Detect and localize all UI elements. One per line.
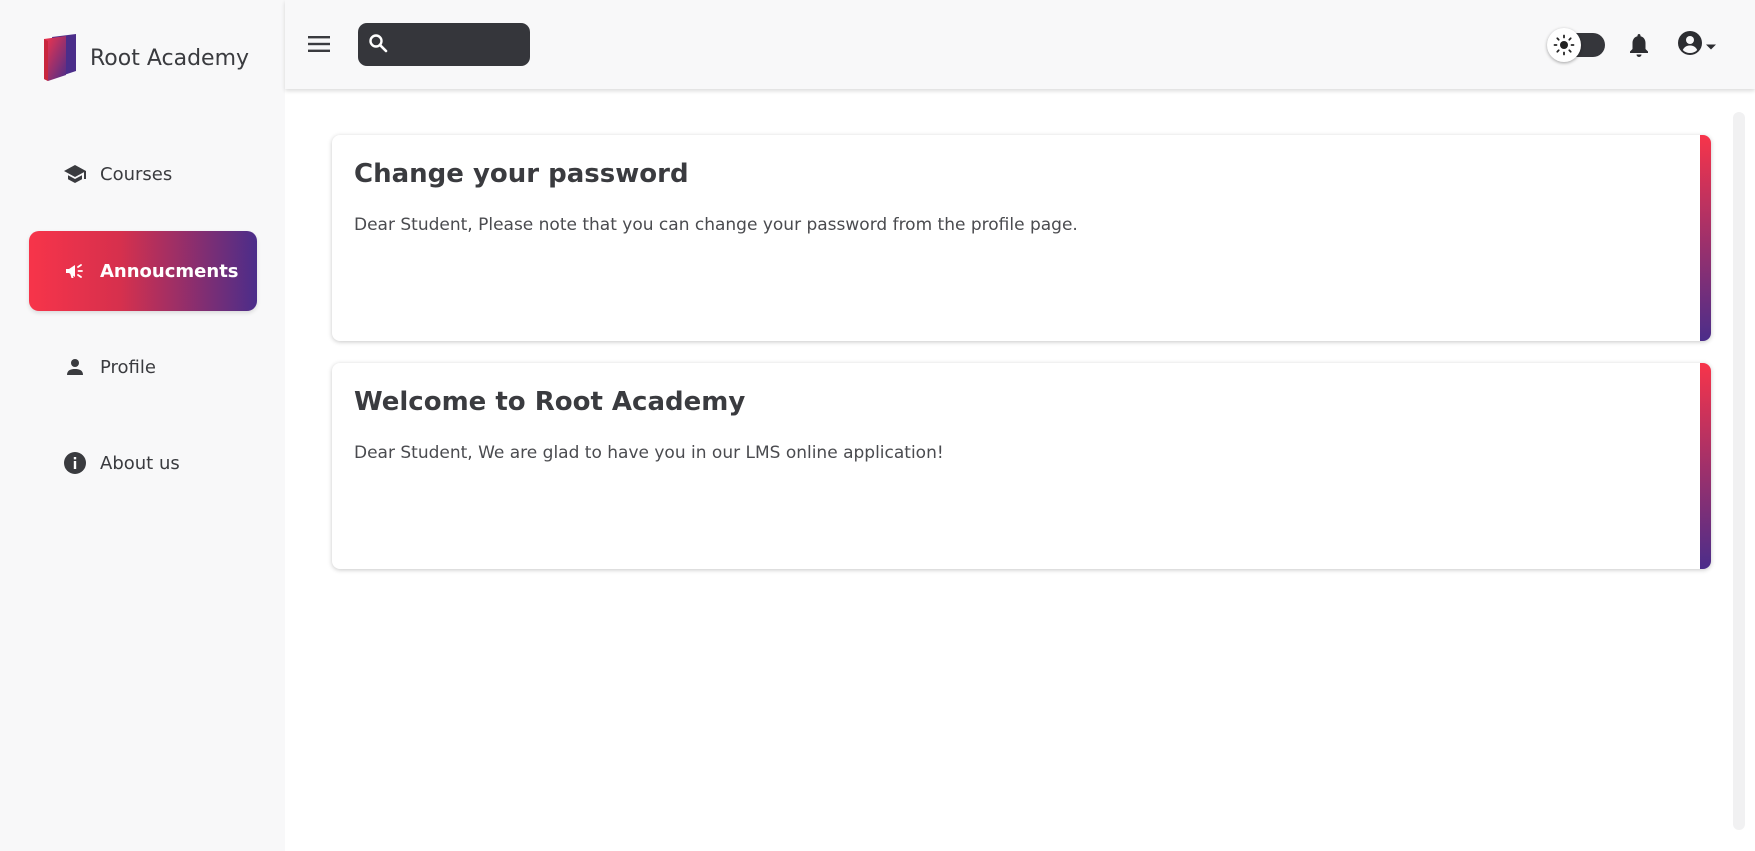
account-menu[interactable] [1677, 30, 1727, 60]
sidebar: Root Academy Courses Annoucments Profile [0, 0, 285, 851]
brand[interactable]: Root Academy [42, 33, 249, 83]
announcement-body: Dear Student, Please note that you can c… [354, 215, 1078, 235]
account-circle-icon [1677, 30, 1703, 60]
search-input[interactable] [394, 35, 514, 54]
sidebar-item-label: Annoucments [100, 260, 239, 282]
sidebar-item-label: Profile [100, 356, 156, 378]
sidebar-item-label: About us [100, 452, 180, 474]
info-icon [63, 451, 87, 475]
caret-down-icon [1705, 36, 1717, 55]
sidebar-item-announcements[interactable]: Annoucments [29, 231, 257, 311]
sidebar-item-about-us[interactable]: About us [29, 423, 257, 503]
announcement-card: Change your password Dear Student, Pleas… [332, 135, 1711, 341]
bell-icon[interactable] [1627, 32, 1653, 58]
search-box[interactable] [358, 23, 530, 66]
graduation-cap-icon [63, 162, 87, 186]
hamburger-menu-icon[interactable] [305, 30, 333, 58]
announcement-title: Change your password [354, 159, 689, 189]
person-icon [63, 355, 87, 379]
topbar [285, 0, 1755, 89]
sidebar-item-label: Courses [100, 163, 173, 185]
sidebar-item-profile[interactable]: Profile [29, 327, 257, 407]
app: Root Academy Courses Annoucments Profile [0, 0, 1755, 851]
announcement-body: Dear Student, We are glad to have you in… [354, 443, 944, 463]
theme-toggle[interactable] [1547, 28, 1605, 62]
scrollbar[interactable] [1733, 112, 1745, 830]
search-icon [368, 33, 388, 57]
sun-icon [1547, 28, 1581, 62]
book-logo-icon [44, 34, 76, 81]
announcement-title: Welcome to Root Academy [354, 387, 746, 417]
sidebar-item-courses[interactable]: Courses [29, 134, 257, 214]
brand-name: Root Academy [90, 45, 250, 71]
announcement-card: Welcome to Root Academy Dear Student, We… [332, 363, 1711, 569]
megaphone-icon [63, 259, 87, 283]
